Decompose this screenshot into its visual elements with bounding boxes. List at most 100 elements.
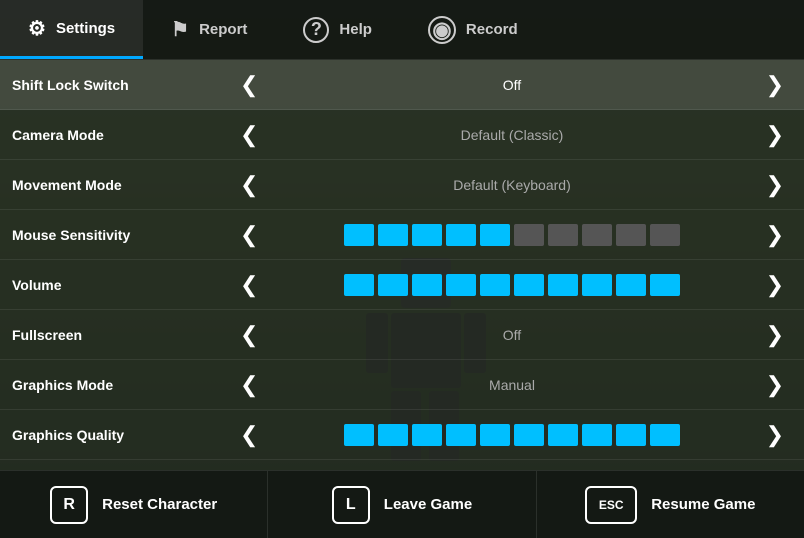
row-graphics-mode: Graphics Mode ❮ Manual ❯: [0, 360, 804, 410]
slider-volume[interactable]: [266, 274, 757, 296]
arrow-left-movement-mode[interactable]: ❮: [232, 170, 266, 200]
reset-character-button[interactable]: R Reset Character: [0, 471, 268, 538]
action-bar: R Reset Character L Leave Game ESC Resum…: [0, 470, 804, 538]
arrow-left-shift-lock[interactable]: ❮: [232, 70, 266, 100]
vdot-7: [548, 274, 578, 296]
nav-item-help[interactable]: ? Help: [275, 0, 400, 59]
label-movement-mode: Movement Mode: [12, 177, 232, 193]
control-fullscreen: ❮ Off ❯: [232, 320, 792, 350]
vdot-6: [514, 274, 544, 296]
dot-5: [480, 224, 510, 246]
dot-7: [548, 224, 578, 246]
dot-9: [616, 224, 646, 246]
help-icon: ?: [303, 17, 329, 43]
label-mouse-sensitivity: Mouse Sensitivity: [12, 227, 232, 243]
vdot-4: [446, 274, 476, 296]
gdot-9: [616, 424, 646, 446]
label-volume: Volume: [12, 277, 232, 293]
vdot-1: [344, 274, 374, 296]
row-camera-mode: Camera Mode ❮ Default (Classic) ❯: [0, 110, 804, 160]
leave-key-badge: L: [332, 486, 370, 524]
control-mouse-sensitivity: ❮ ❯: [232, 220, 792, 250]
gdot-2: [378, 424, 408, 446]
dot-10: [650, 224, 680, 246]
vdot-8: [582, 274, 612, 296]
gdot-1: [344, 424, 374, 446]
value-camera-mode: Default (Classic): [266, 127, 757, 143]
row-fullscreen: Fullscreen ❮ Off ❯: [0, 310, 804, 360]
row-movement-mode: Movement Mode ❮ Default (Keyboard) ❯: [0, 160, 804, 210]
dot-2: [378, 224, 408, 246]
reset-key-badge: R: [50, 486, 88, 524]
control-graphics-mode: ❮ Manual ❯: [232, 370, 792, 400]
label-graphics-quality: Graphics Quality: [12, 427, 232, 443]
arrow-left-mouse-sensitivity[interactable]: ❮: [232, 220, 266, 250]
settings-panel: ⚙ Settings ⚑ Report ? Help ◉ Record Shif…: [0, 0, 804, 538]
gdot-10: [650, 424, 680, 446]
value-graphics-mode: Manual: [266, 377, 757, 393]
arrow-left-camera-mode[interactable]: ❮: [232, 120, 266, 150]
nav-label-record: Record: [466, 21, 518, 38]
nav-item-report[interactable]: ⚑ Report: [143, 0, 275, 59]
control-shift-lock: ❮ Off ❯: [232, 70, 792, 100]
dot-1: [344, 224, 374, 246]
resume-game-button[interactable]: ESC Resume Game: [537, 471, 804, 538]
nav-bar: ⚙ Settings ⚑ Report ? Help ◉ Record: [0, 0, 804, 60]
arrow-left-fullscreen[interactable]: ❮: [232, 320, 266, 350]
vdot-9: [616, 274, 646, 296]
value-fullscreen: Off: [266, 327, 757, 343]
value-movement-mode: Default (Keyboard): [266, 177, 757, 193]
settings-list: Shift Lock Switch ❮ Off ❯ Camera Mode ❮ …: [0, 60, 804, 460]
slider-mouse-sensitivity[interactable]: [266, 224, 757, 246]
settings-icon: ⚙: [28, 16, 46, 41]
dot-6: [514, 224, 544, 246]
row-mouse-sensitivity: Mouse Sensitivity ❮ ❯: [0, 210, 804, 260]
leave-game-button[interactable]: L Leave Game: [268, 471, 536, 538]
control-movement-mode: ❮ Default (Keyboard) ❯: [232, 170, 792, 200]
value-shift-lock: Off: [266, 77, 757, 93]
gdot-3: [412, 424, 442, 446]
dot-3: [412, 224, 442, 246]
dot-8: [582, 224, 612, 246]
nav-item-record[interactable]: ◉ Record: [400, 0, 546, 59]
reset-label: Reset Character: [102, 496, 217, 513]
control-graphics-quality: ❮ ❯: [232, 420, 792, 450]
arrow-right-movement-mode[interactable]: ❯: [758, 170, 792, 200]
nav-label-settings: Settings: [56, 20, 115, 37]
gdot-4: [446, 424, 476, 446]
vdot-2: [378, 274, 408, 296]
vdot-3: [412, 274, 442, 296]
arrow-left-graphics-mode[interactable]: ❮: [232, 370, 266, 400]
arrow-right-graphics-mode[interactable]: ❯: [758, 370, 792, 400]
arrow-right-shift-lock[interactable]: ❯: [758, 70, 792, 100]
resume-label: Resume Game: [651, 496, 755, 513]
arrow-right-volume[interactable]: ❯: [758, 270, 792, 300]
report-icon: ⚑: [171, 17, 189, 42]
gdot-7: [548, 424, 578, 446]
leave-label: Leave Game: [384, 496, 472, 513]
gdot-8: [582, 424, 612, 446]
row-volume: Volume ❮ ❯: [0, 260, 804, 310]
nav-label-help: Help: [339, 21, 372, 38]
row-shift-lock: Shift Lock Switch ❮ Off ❯: [0, 60, 804, 110]
arrow-right-graphics-quality[interactable]: ❯: [758, 420, 792, 450]
arrow-left-volume[interactable]: ❮: [232, 270, 266, 300]
control-camera-mode: ❮ Default (Classic) ❯: [232, 120, 792, 150]
nav-item-settings[interactable]: ⚙ Settings: [0, 0, 143, 59]
slider-graphics-quality[interactable]: [266, 424, 757, 446]
arrow-right-fullscreen[interactable]: ❯: [758, 320, 792, 350]
nav-label-report: Report: [199, 21, 247, 38]
label-graphics-mode: Graphics Mode: [12, 377, 232, 393]
arrow-left-graphics-quality[interactable]: ❮: [232, 420, 266, 450]
row-graphics-quality: Graphics Quality ❮ ❯: [0, 410, 804, 460]
gdot-6: [514, 424, 544, 446]
arrow-right-mouse-sensitivity[interactable]: ❯: [758, 220, 792, 250]
arrow-right-camera-mode[interactable]: ❯: [758, 120, 792, 150]
vdot-10: [650, 274, 680, 296]
label-camera-mode: Camera Mode: [12, 127, 232, 143]
control-volume: ❮ ❯: [232, 270, 792, 300]
record-icon: ◉: [428, 16, 456, 44]
resume-key-badge: ESC: [585, 486, 637, 524]
dot-4: [446, 224, 476, 246]
vdot-5: [480, 274, 510, 296]
